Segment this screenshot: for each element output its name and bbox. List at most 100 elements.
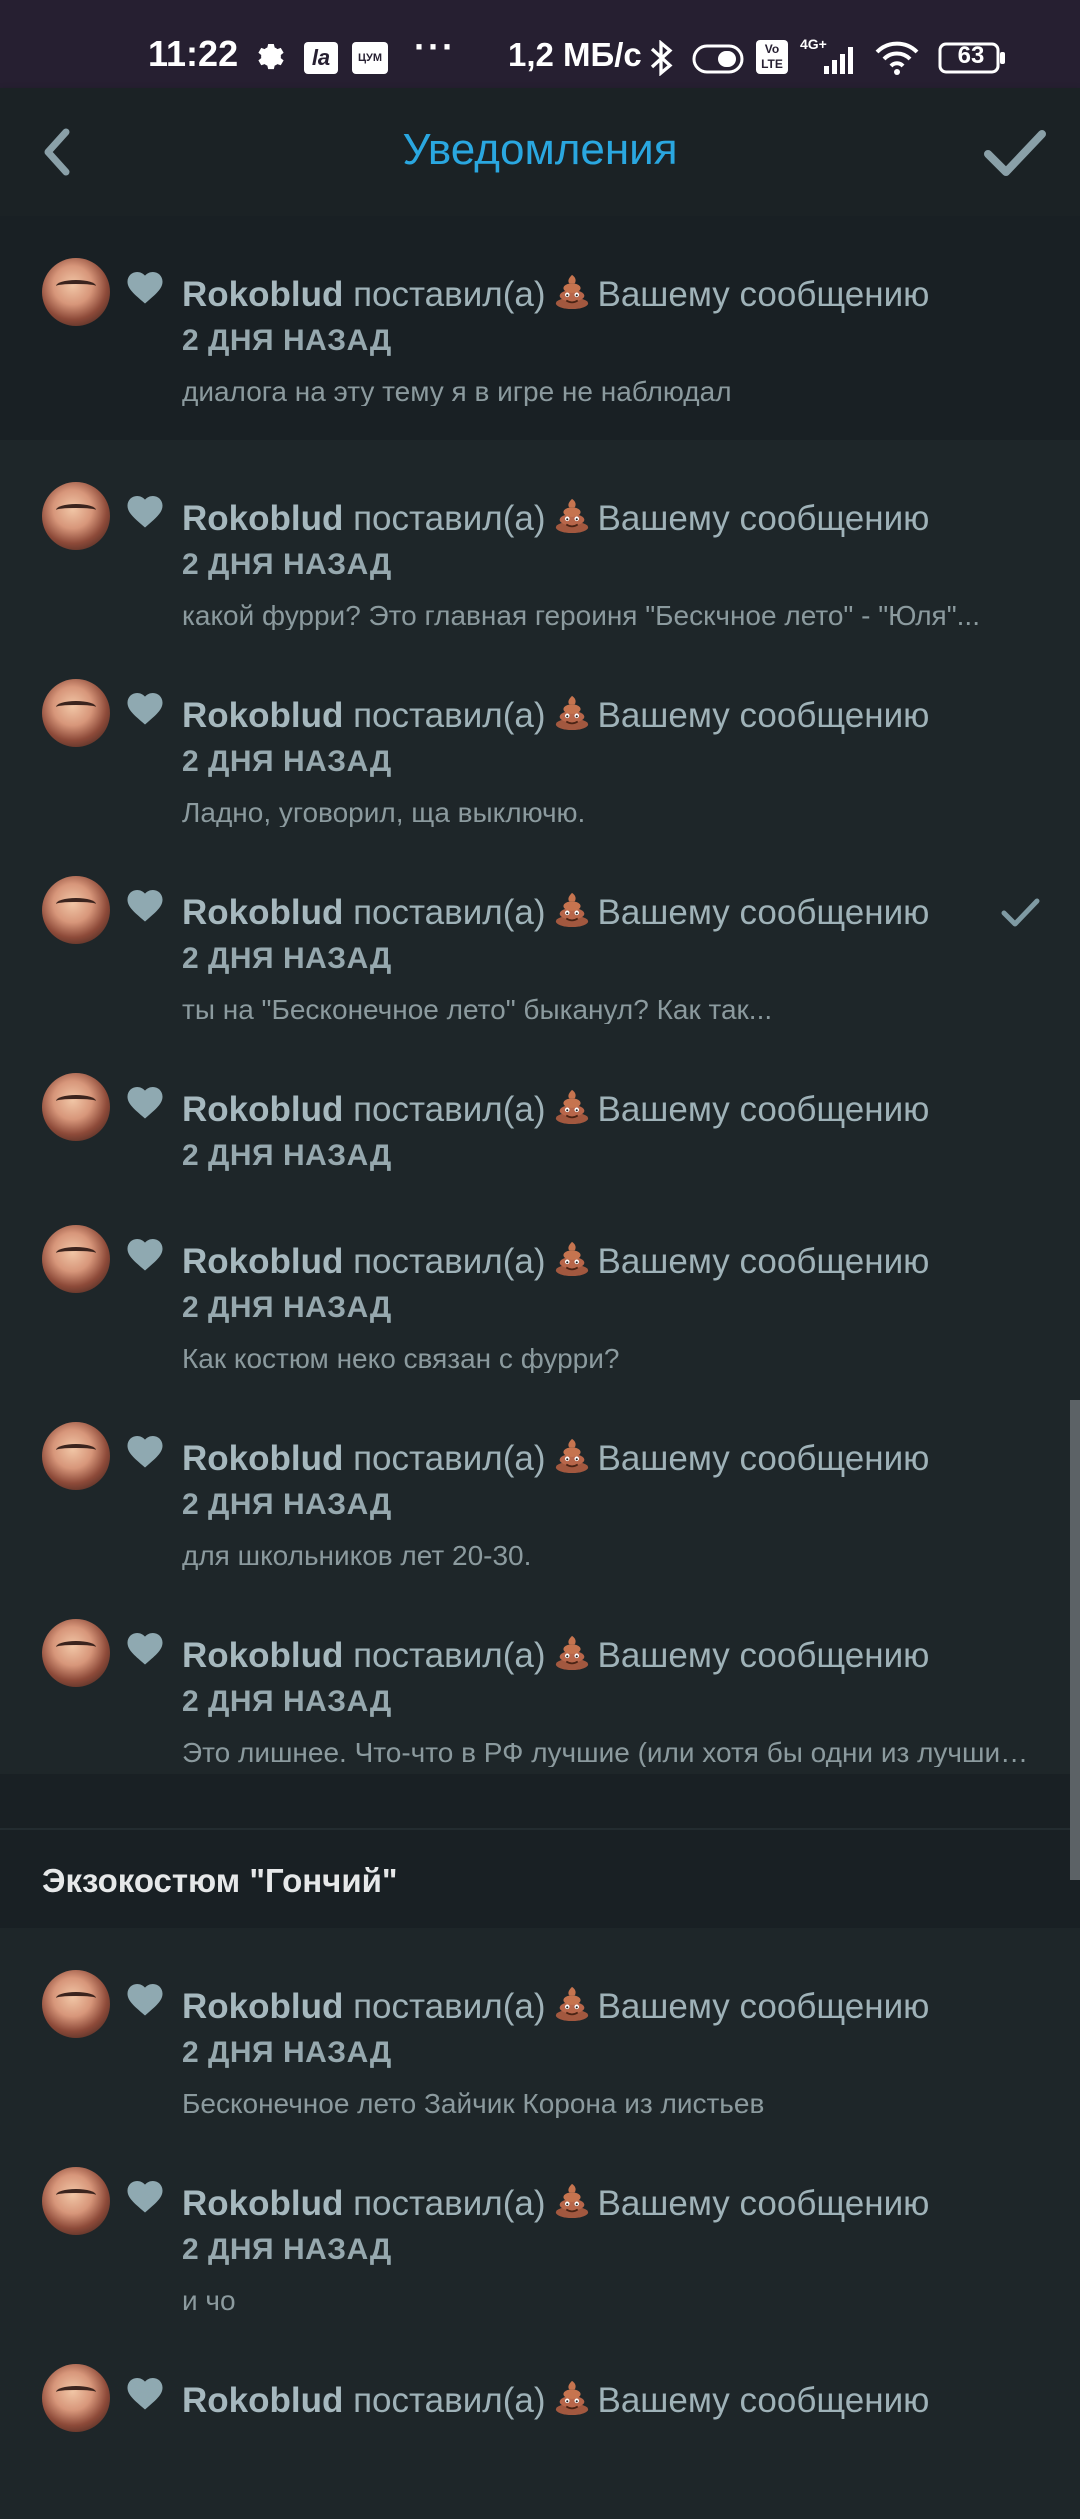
message-preview: Ладно, уговорил, ща выключю. bbox=[182, 799, 586, 827]
notification-text: Rokoblud поставил(а) Вашему сообщению bbox=[182, 2181, 1062, 2221]
section-header[interactable]: Экзокостюм "Гончий" bbox=[0, 1830, 1080, 1928]
notification-item[interactable]: Rokoblud поставил(а) Вашему сообщению 2 ДН… bbox=[0, 1928, 1080, 2125]
target-text: Вашему сообщению bbox=[597, 696, 930, 735]
battery-level: 63 bbox=[957, 42, 985, 69]
avatar[interactable] bbox=[42, 876, 110, 944]
action-text: поставил(а) bbox=[353, 1242, 546, 1281]
time-ago: 2 ДНЯ НАЗАД bbox=[182, 2233, 392, 2266]
scrollbar[interactable] bbox=[1070, 1400, 1080, 1880]
username[interactable]: Rokoblud bbox=[182, 499, 343, 538]
time-ago: 2 ДНЯ НАЗАД bbox=[182, 1685, 392, 1718]
poo-emoji-icon bbox=[553, 1633, 591, 1671]
action-text: поставил(а) bbox=[353, 1439, 546, 1478]
notification-text: Rokoblud поставил(а) Вашему сообщению bbox=[182, 496, 1062, 536]
notification-item[interactable]: Rokoblud поставил(а) Вашему сообщению 2 ДН… bbox=[0, 1577, 1080, 1774]
action-text: поставил(а) bbox=[353, 696, 546, 735]
notification-item[interactable]: Rokoblud поставил(а) Вашему сообщению 2 ДН… bbox=[0, 834, 1080, 1031]
notification-text: Rokoblud поставил(а) Вашему сообщению bbox=[182, 272, 1062, 312]
avatar[interactable] bbox=[42, 258, 110, 326]
poo-emoji-icon bbox=[553, 693, 591, 731]
username[interactable]: Rokoblud bbox=[182, 1987, 343, 2026]
app-bar: Уведомления bbox=[0, 88, 1080, 216]
target-text: Вашему сообщению bbox=[597, 1439, 930, 1478]
signal-4g-icon bbox=[824, 47, 853, 74]
notification-text: Rokoblud поставил(а) Вашему сообщению bbox=[182, 1633, 1062, 1673]
message-preview: Как костюм неко связан с фурри? bbox=[182, 1345, 620, 1373]
notifications-list: Rokoblud поставил(а) Вашему сообщению 2 ДН… bbox=[0, 216, 1080, 2519]
action-text: поставил(а) bbox=[353, 2381, 546, 2420]
target-text: Вашему сообщению bbox=[597, 499, 930, 538]
time-ago: 2 ДНЯ НАЗАД bbox=[182, 942, 392, 975]
heart-icon bbox=[124, 2372, 166, 2412]
target-text: Вашему сообщению bbox=[597, 2381, 930, 2420]
notification-item[interactable]: Rokoblud поставил(а) Вашему сообщению bbox=[0, 2322, 1080, 2519]
poo-emoji-icon bbox=[553, 272, 591, 310]
notification-text: Rokoblud поставил(а) Вашему сообщению bbox=[182, 890, 1062, 930]
poo-emoji-icon bbox=[553, 1984, 591, 2022]
avatar[interactable] bbox=[42, 1422, 110, 1490]
notification-text: Rokoblud поставил(а) Вашему сообщению bbox=[182, 1087, 1062, 1127]
message-preview: для школьников лет 20-30. bbox=[182, 1542, 532, 1570]
more-dots-icon: ··· bbox=[414, 26, 456, 67]
network-speed: 1,2 МБ/с bbox=[508, 36, 642, 73]
avatar[interactable] bbox=[42, 1619, 110, 1687]
avatar[interactable] bbox=[42, 1225, 110, 1293]
notification-item[interactable]: Rokoblud поставил(а) Вашему сообщению 2 ДН… bbox=[0, 637, 1080, 834]
avatar[interactable] bbox=[42, 1073, 110, 1141]
notification-item[interactable]: Rokoblud поставил(а) Вашему сообщению 2 ДН… bbox=[0, 1380, 1080, 1577]
action-text: поставил(а) bbox=[353, 1636, 546, 1675]
heart-icon bbox=[124, 884, 166, 924]
notification-item[interactable]: Rokoblud поставил(а) Вашему сообщению 2 ДН… bbox=[0, 1183, 1080, 1380]
notification-item[interactable]: Rokoblud поставил(а) Вашему сообщению 2 ДН… bbox=[0, 216, 1080, 440]
action-text: поставил(а) bbox=[353, 893, 546, 932]
poo-emoji-icon bbox=[553, 2378, 591, 2416]
avatar[interactable] bbox=[42, 679, 110, 747]
notification-text: Rokoblud поставил(а) Вашему сообщению bbox=[182, 693, 1062, 733]
heart-icon bbox=[124, 490, 166, 530]
check-icon[interactable] bbox=[982, 120, 1048, 184]
username[interactable]: Rokoblud bbox=[182, 275, 343, 314]
avatar[interactable] bbox=[42, 1970, 110, 2038]
notification-text: Rokoblud поставил(а) Вашему сообщению bbox=[182, 1984, 1062, 2024]
target-text: Вашему сообщению bbox=[597, 1987, 930, 2026]
target-text: Вашему сообщению bbox=[597, 893, 930, 932]
heart-icon bbox=[124, 2175, 166, 2215]
notification-text: Rokoblud поставил(а) Вашему сообщению bbox=[182, 1239, 1062, 1279]
bluetooth-icon bbox=[650, 40, 673, 76]
read-check-icon[interactable] bbox=[1000, 896, 1040, 928]
action-text: поставил(а) bbox=[353, 275, 546, 314]
notification-text: Rokoblud поставил(а) Вашему сообщению bbox=[182, 1436, 1062, 1476]
avatar[interactable] bbox=[42, 2167, 110, 2235]
section-divider bbox=[0, 1774, 1080, 1830]
username[interactable]: Rokoblud bbox=[182, 1242, 343, 1281]
page-title: Уведомления bbox=[402, 125, 678, 174]
username[interactable]: Rokoblud bbox=[182, 1090, 343, 1129]
avatar[interactable] bbox=[42, 482, 110, 550]
target-text: Вашему сообщению bbox=[597, 1242, 930, 1281]
message-preview: Это лишнее. Что-что в РФ лучшие (или хот… bbox=[182, 1739, 1042, 1767]
username[interactable]: Rokoblud bbox=[182, 2381, 343, 2420]
target-text: Вашему сообщению bbox=[597, 275, 930, 314]
notification-item[interactable]: Rokoblud поставил(а) Вашему сообщению 2 ДН… bbox=[0, 2125, 1080, 2322]
poo-emoji-icon bbox=[553, 1436, 591, 1474]
action-text: поставил(а) bbox=[353, 2184, 546, 2223]
time-ago: 2 ДНЯ НАЗАД bbox=[182, 1291, 392, 1324]
target-text: Вашему сообщению bbox=[597, 2184, 930, 2223]
username[interactable]: Rokoblud bbox=[182, 893, 343, 932]
target-text: Вашему сообщению bbox=[597, 1090, 930, 1129]
heart-icon bbox=[124, 687, 166, 727]
time-ago: 2 ДНЯ НАЗАД bbox=[182, 1488, 392, 1521]
username[interactable]: Rokoblud bbox=[182, 2184, 343, 2223]
notification-item[interactable]: Rokoblud поставил(а) Вашему сообщению 2 ДН… bbox=[0, 440, 1080, 637]
message-preview: и чо bbox=[182, 2287, 236, 2315]
notification-item[interactable]: Rokoblud поставил(а) Вашему сообщению 2 ДН… bbox=[0, 1031, 1080, 1183]
time-ago: 2 ДНЯ НАЗАД bbox=[182, 1139, 392, 1172]
username[interactable]: Rokoblud bbox=[182, 1439, 343, 1478]
username[interactable]: Rokoblud bbox=[182, 1636, 343, 1675]
poo-emoji-icon bbox=[553, 496, 591, 534]
gear-icon bbox=[258, 43, 284, 70]
username[interactable]: Rokoblud bbox=[182, 696, 343, 735]
action-text: поставил(а) bbox=[353, 1090, 546, 1129]
heart-icon bbox=[124, 266, 166, 306]
avatar[interactable] bbox=[42, 2364, 110, 2432]
